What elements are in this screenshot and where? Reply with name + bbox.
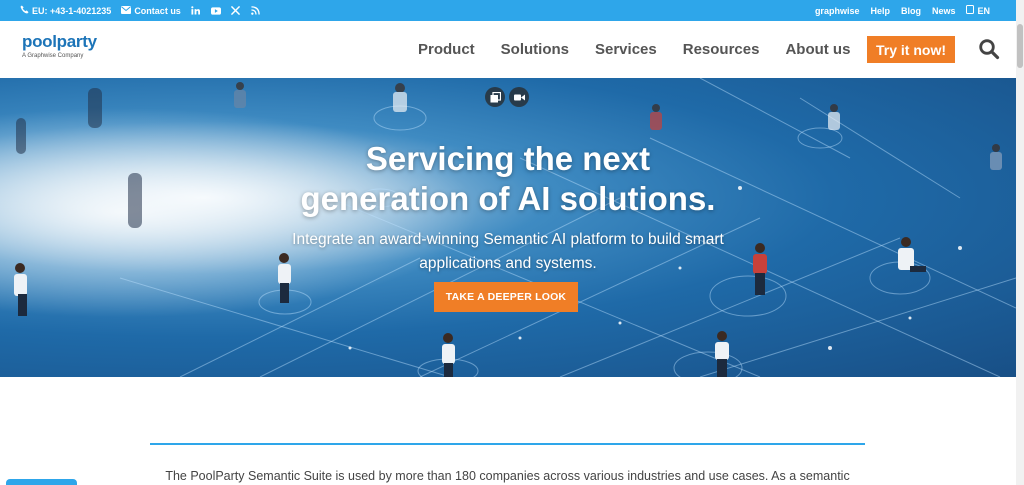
try-it-now-button[interactable]: Try it now! xyxy=(867,36,955,63)
hero-background-image xyxy=(0,78,1016,377)
contact-link[interactable]: Contact us xyxy=(121,5,181,16)
hero-title-line-1: Servicing the next xyxy=(365,140,651,177)
floating-tab-button[interactable] xyxy=(6,479,77,485)
scrollbar-thumb[interactable] xyxy=(1017,24,1023,68)
globe-icon xyxy=(966,5,975,16)
hero-subtitle-line-1: Integrate an award-winning Semantic AI p… xyxy=(292,231,724,248)
nav-services[interactable]: Services xyxy=(595,41,657,58)
search-icon[interactable] xyxy=(978,38,1000,60)
nav-resources[interactable]: Resources xyxy=(683,41,760,58)
hero-title-line-2: generation of AI solutions. xyxy=(300,180,716,217)
poolparty-logo[interactable]: poolparty A Graphwise Company xyxy=(22,33,112,67)
language-switch[interactable]: EN xyxy=(966,5,990,16)
nav-product[interactable]: Product xyxy=(418,41,475,58)
hero-subtitle-line-2: applications and systems. xyxy=(419,255,597,272)
help-link[interactable]: Help xyxy=(870,6,890,16)
logo-text: poolparty xyxy=(22,32,97,51)
language-label: EN xyxy=(977,5,990,16)
main-nav: Product Solutions Services Resources Abo… xyxy=(405,21,863,78)
logo-subtitle: A Graphwise Company xyxy=(22,53,84,59)
graphwise-link[interactable]: graphwise xyxy=(815,6,860,16)
phone-label: EU: +43-1-4021235 xyxy=(32,5,112,16)
envelope-icon xyxy=(121,5,132,16)
phone-link[interactable]: EU: +43-1-4021235 xyxy=(20,5,111,16)
nav-about-us[interactable]: About us xyxy=(785,41,850,58)
news-link[interactable]: News xyxy=(932,6,956,16)
blog-link[interactable]: Blog xyxy=(901,6,921,16)
intro-text: The PoolParty Semantic Suite is used by … xyxy=(165,469,850,483)
page-scrollbar[interactable] xyxy=(1016,0,1024,485)
nav-solutions[interactable]: Solutions xyxy=(501,41,569,58)
site-header: poolparty A Graphwise Company Product So… xyxy=(0,21,1016,78)
linkedin-icon[interactable] xyxy=(191,6,201,16)
gallery-icon[interactable] xyxy=(485,87,505,107)
rss-icon[interactable] xyxy=(251,6,261,16)
contact-label: Contact us xyxy=(134,5,181,16)
video-camera-icon[interactable] xyxy=(509,87,529,107)
hero-banner: Servicing the next generation of AI solu… xyxy=(0,78,1016,377)
phone-icon xyxy=(20,5,29,16)
take-a-deeper-look-button[interactable]: TAKE A DEEPER LOOK xyxy=(434,282,578,312)
top-bar: EU: +43-1-4021235 Contact us graphwise H… xyxy=(0,0,1024,21)
x-twitter-icon[interactable] xyxy=(231,6,241,16)
section-divider xyxy=(150,443,865,445)
youtube-icon[interactable] xyxy=(210,6,221,16)
